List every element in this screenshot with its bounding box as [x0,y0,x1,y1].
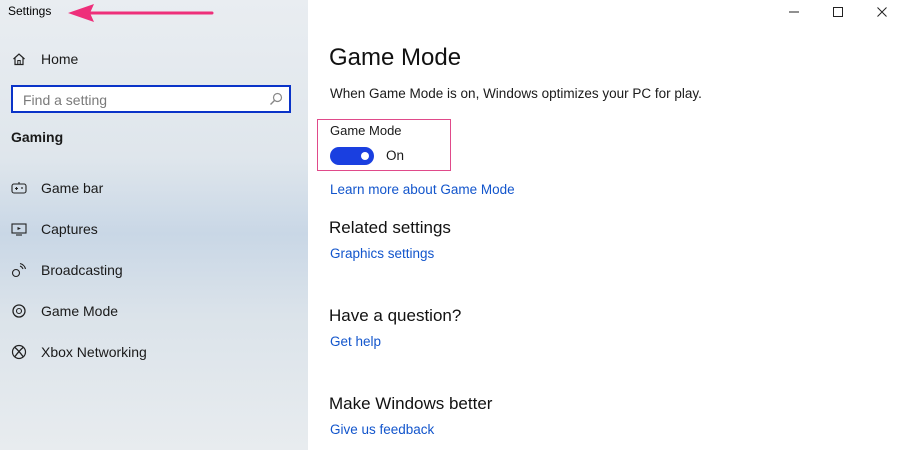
sidebar-item-game-bar[interactable]: Game bar [0,173,308,203]
minimize-button[interactable] [772,0,816,24]
close-button[interactable] [860,0,900,24]
sidebar: Settings Home Gaming Game bar Captures [0,0,308,450]
sidebar-item-label: Xbox Networking [41,344,147,360]
question-heading: Have a question? [329,306,462,325]
toggle-label: Game Mode [330,123,402,138]
graphics-settings-link[interactable]: Graphics settings [330,246,434,261]
main-content: Game Mode When Game Mode is on, Windows … [308,0,900,450]
home-icon [11,51,27,67]
search-icon[interactable] [269,92,283,106]
sidebar-item-broadcasting[interactable]: Broadcasting [0,255,308,285]
sidebar-item-label: Captures [41,221,98,237]
xbox-icon [11,344,27,360]
related-settings-heading: Related settings [329,218,451,237]
game-mode-icon [11,303,27,319]
maximize-button[interactable] [816,0,860,24]
page-title: Game Mode [329,44,462,71]
page-description: When Game Mode is on, Windows optimizes … [330,86,702,101]
search-input[interactable] [23,91,263,109]
search-box[interactable] [11,85,291,113]
sidebar-item-label: Game bar [41,180,104,196]
give-feedback-link[interactable]: Give us feedback [330,422,434,437]
window-title: Settings [8,4,52,18]
get-help-link[interactable]: Get help [330,334,381,349]
close-icon [877,7,887,17]
broadcasting-icon [11,262,27,278]
sidebar-item-home[interactable]: Home [0,44,308,74]
toggle-state-text: On [386,148,405,163]
game-mode-toggle[interactable] [330,147,374,165]
sidebar-item-label: Broadcasting [41,262,123,278]
minimize-icon [789,11,799,13]
sidebar-item-xbox-networking[interactable]: Xbox Networking [0,337,308,367]
sidebar-item-captures[interactable]: Captures [0,214,308,244]
sidebar-item-label: Home [41,51,79,67]
toggle-knob [361,152,369,160]
learn-more-link[interactable]: Learn more about Game Mode [330,182,515,197]
captures-icon [11,221,27,237]
section-title: Gaming [11,129,64,145]
sidebar-item-label: Game Mode [41,303,119,319]
annotation-arrow [68,4,214,22]
game-bar-icon [11,180,27,196]
maximize-icon [833,7,843,17]
sidebar-item-game-mode[interactable]: Game Mode [0,296,308,326]
feedback-heading: Make Windows better [329,394,493,413]
